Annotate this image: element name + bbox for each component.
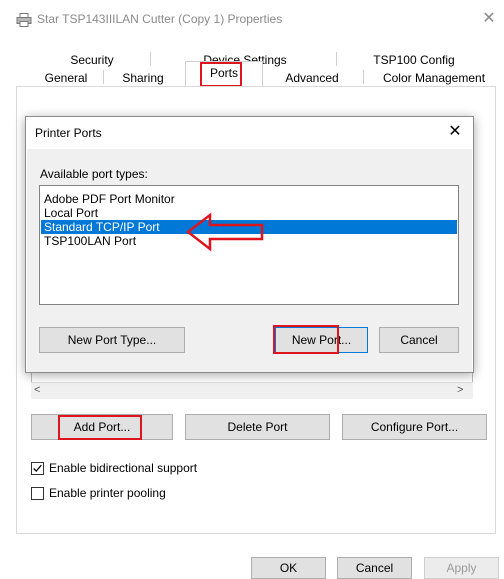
tab-general[interactable]: General [34, 70, 98, 87]
bidirectional-checkbox[interactable] [31, 462, 44, 475]
dialog-title: Printer Ports [35, 126, 102, 140]
dialog-body: Available port types: Adobe PDF Port Mon… [27, 149, 472, 372]
scroll-right-icon[interactable]: > [457, 384, 463, 396]
dialog-close-icon[interactable]: ✕ [444, 121, 466, 143]
tab-divider [363, 70, 364, 84]
add-port-highlight [58, 415, 142, 440]
tab-tsp100-config[interactable]: TSP100 Config [362, 52, 466, 69]
port-type-item[interactable]: Adobe PDF Port Monitor [41, 192, 457, 206]
printer-icon [16, 13, 32, 27]
pooling-label: Enable printer pooling [49, 486, 166, 500]
tab-advanced[interactable]: Advanced [270, 70, 354, 87]
window-title: Star TSP143IIILAN Cutter (Copy 1) Proper… [37, 12, 283, 26]
tab-divider [103, 70, 104, 84]
new-port-highlight [273, 325, 339, 354]
new-port-type-button[interactable]: New Port Type... [39, 327, 185, 353]
printer-properties-window: Star TSP143IIILAN Cutter (Copy 1) Proper… [0, 0, 504, 579]
available-port-types-label: Available port types: [40, 167, 148, 181]
ports-list-horizontal-scrollbar[interactable]: < > [31, 382, 473, 399]
ok-button[interactable]: OK [251, 557, 326, 579]
checkmark-icon [33, 464, 42, 472]
bidirectional-label: Enable bidirectional support [49, 461, 198, 475]
ports-tab-highlight [200, 62, 242, 87]
tab-divider [336, 52, 337, 66]
configure-port-button[interactable]: Configure Port... [342, 414, 487, 440]
tab-divider [150, 52, 151, 66]
cancel-button[interactable]: Cancel [337, 557, 412, 579]
apply-button[interactable]: Apply [424, 557, 499, 579]
tab-security[interactable]: Security [48, 52, 136, 69]
pooling-checkbox[interactable] [31, 487, 44, 500]
dialog-cancel-button[interactable]: Cancel [379, 327, 459, 353]
scroll-left-icon[interactable]: < [34, 384, 40, 396]
title-bar: Star TSP143IIILAN Cutter (Copy 1) Proper… [0, 0, 504, 36]
window-close-icon[interactable]: ✕ [478, 8, 500, 30]
red-outline-arrow-icon [186, 212, 264, 252]
delete-port-button[interactable]: Delete Port [185, 414, 330, 440]
tab-sharing[interactable]: Sharing [111, 70, 175, 87]
tab-color-management[interactable]: Color Management [372, 70, 496, 87]
